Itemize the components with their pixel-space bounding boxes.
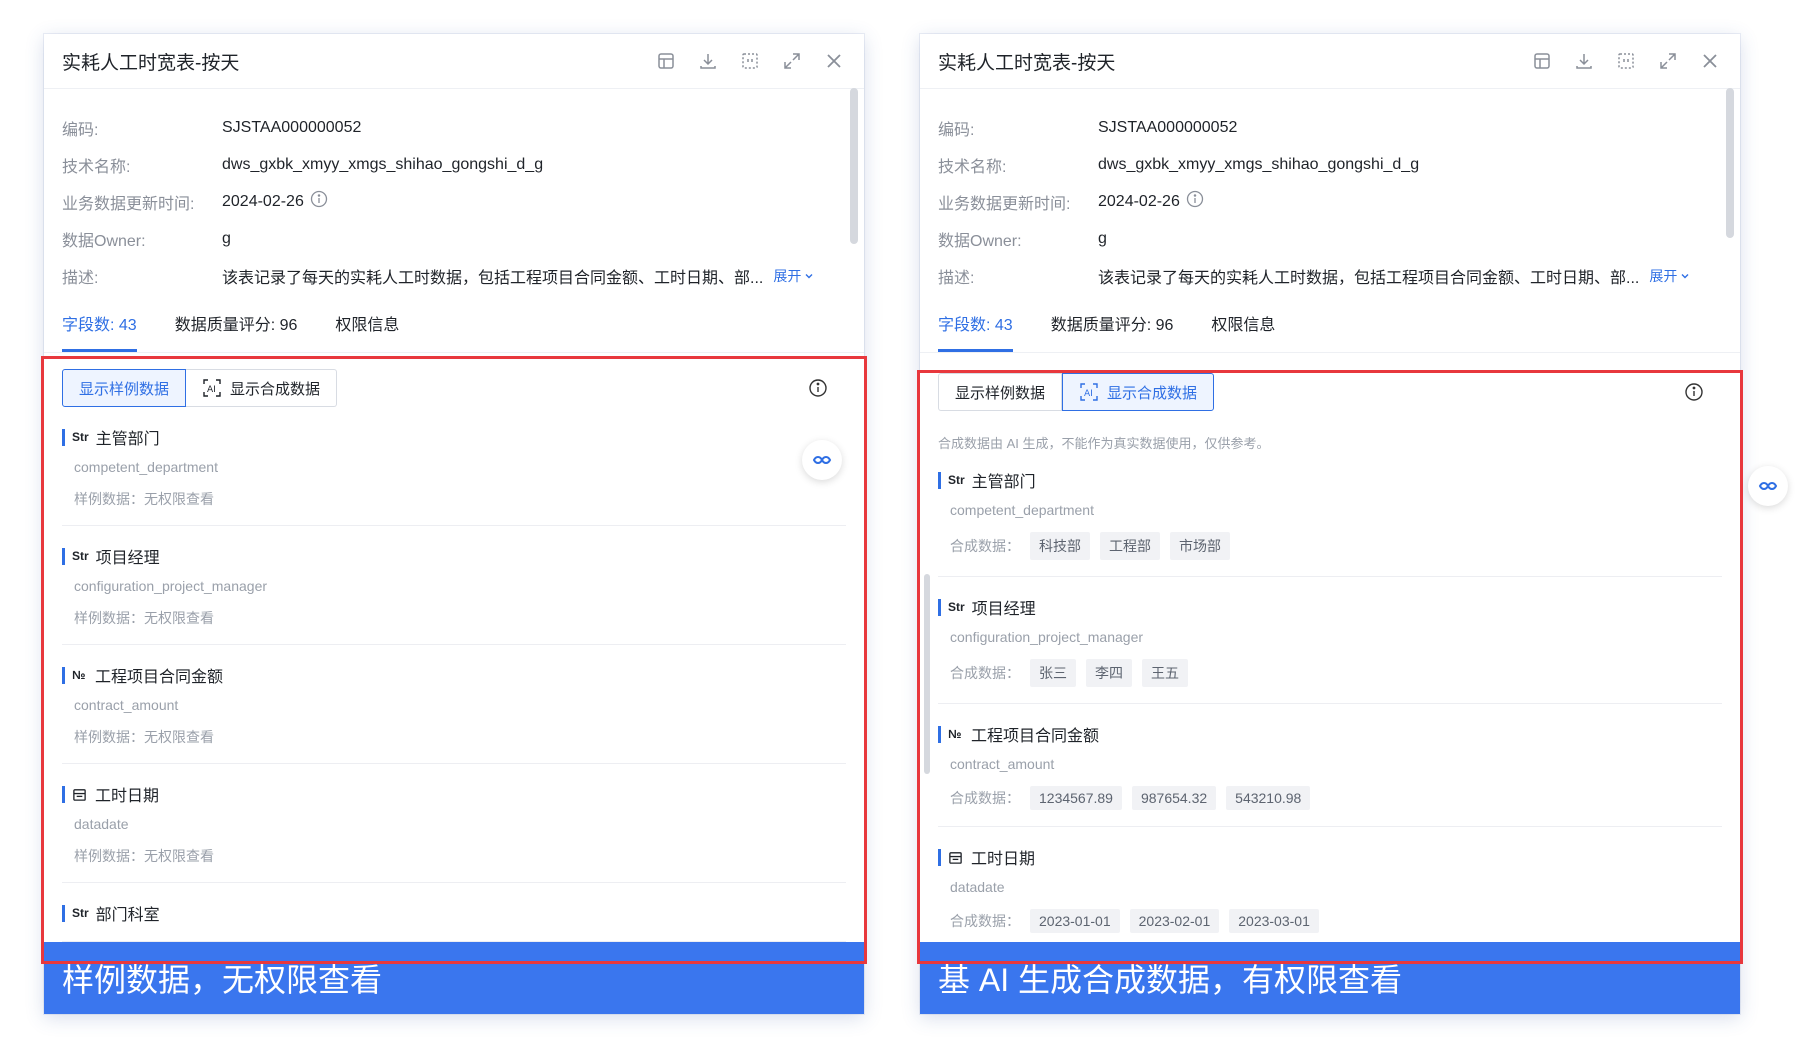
code-label: 编码: <box>938 121 975 139</box>
expand-icon[interactable] <box>1656 49 1680 73</box>
assistant-float-icon[interactable] <box>1748 466 1788 506</box>
chevron-down-icon <box>805 273 813 278</box>
highlight-frame <box>917 370 1743 964</box>
update-time-label: 业务数据更新时间: <box>62 195 195 213</box>
tech-name-value: dws_gxbk_xmyy_xmgs_shihao_gongshi_d_g <box>1098 155 1420 173</box>
close-icon[interactable] <box>822 49 846 73</box>
expand-icon[interactable] <box>780 49 804 73</box>
code-value: SJSTAA000000052 <box>1098 118 1238 136</box>
download-icon[interactable] <box>1572 49 1596 73</box>
desc-value: 该表记录了每天的实耗人工时数据，包括工程项目合同金额、工时日期、部... <box>222 269 764 287</box>
tab-quality[interactable]: 数据质量评分: 96 <box>1051 294 1174 352</box>
chevron-down-icon <box>1681 273 1689 278</box>
assistant-float-icon[interactable] <box>802 440 842 480</box>
code-label: 编码: <box>62 121 99 139</box>
meta-section: 编码: SJSTAA000000052 技术名称: dws_gxbk_xmyy_xm… <box>44 89 864 294</box>
desc-label: 描述: <box>62 269 99 287</box>
highlight-frame <box>41 356 867 964</box>
quote-icon[interactable] <box>738 49 762 73</box>
scrollbar[interactable] <box>1726 88 1734 238</box>
tab-bar: 字段数: 43 数据质量评分: 96 权限信息 <box>44 294 864 353</box>
tech-name-value: dws_gxbk_xmyy_xmgs_shihao_gongshi_d_g <box>222 155 544 173</box>
panel-header: 实耗人工时宽表-按天 <box>920 34 1740 89</box>
code-value: SJSTAA000000052 <box>222 118 362 136</box>
tab-fields[interactable]: 字段数: 43 <box>938 294 1013 352</box>
scrollbar[interactable] <box>850 88 858 244</box>
update-time-value: 2024-02-26 <box>222 192 304 210</box>
tab-permission[interactable]: 权限信息 <box>335 294 399 352</box>
meta-section: 编码: SJSTAA000000052 技术名称: dws_gxbk_xmyy_xm… <box>920 89 1740 294</box>
tech-name-label: 技术名称: <box>62 158 131 176</box>
download-icon[interactable] <box>696 49 720 73</box>
tab-quality[interactable]: 数据质量评分: 96 <box>175 294 298 352</box>
owner-value: g <box>222 229 231 247</box>
tab-permission[interactable]: 权限信息 <box>1211 294 1275 352</box>
table-view-icon[interactable] <box>654 49 678 73</box>
table-view-icon[interactable] <box>1530 49 1554 73</box>
owner-value: g <box>1098 229 1107 247</box>
panel-title: 实耗人工时宽表-按天 <box>938 52 1116 74</box>
tech-name-label: 技术名称: <box>938 158 1007 176</box>
tab-fields[interactable]: 字段数: 43 <box>62 294 137 352</box>
quote-icon[interactable] <box>1614 49 1638 73</box>
update-time-value: 2024-02-26 <box>1098 192 1180 210</box>
panel-header: 实耗人工时宽表-按天 <box>44 34 864 89</box>
panel-title: 实耗人工时宽表-按天 <box>62 52 240 74</box>
tab-bar: 字段数: 43 数据质量评分: 96 权限信息 <box>920 294 1740 353</box>
info-icon[interactable] <box>310 190 328 213</box>
expand-link[interactable]: 展开 <box>773 266 814 286</box>
expand-link[interactable]: 展开 <box>1649 266 1690 286</box>
update-time-label: 业务数据更新时间: <box>938 195 1071 213</box>
close-icon[interactable] <box>1698 49 1722 73</box>
info-icon[interactable] <box>1186 190 1204 213</box>
desc-label: 描述: <box>938 269 975 287</box>
owner-label: 数据Owner: <box>62 232 146 250</box>
owner-label: 数据Owner: <box>938 232 1022 250</box>
desc-value: 该表记录了每天的实耗人工时数据，包括工程项目合同金额、工时日期、部... <box>1098 269 1640 287</box>
